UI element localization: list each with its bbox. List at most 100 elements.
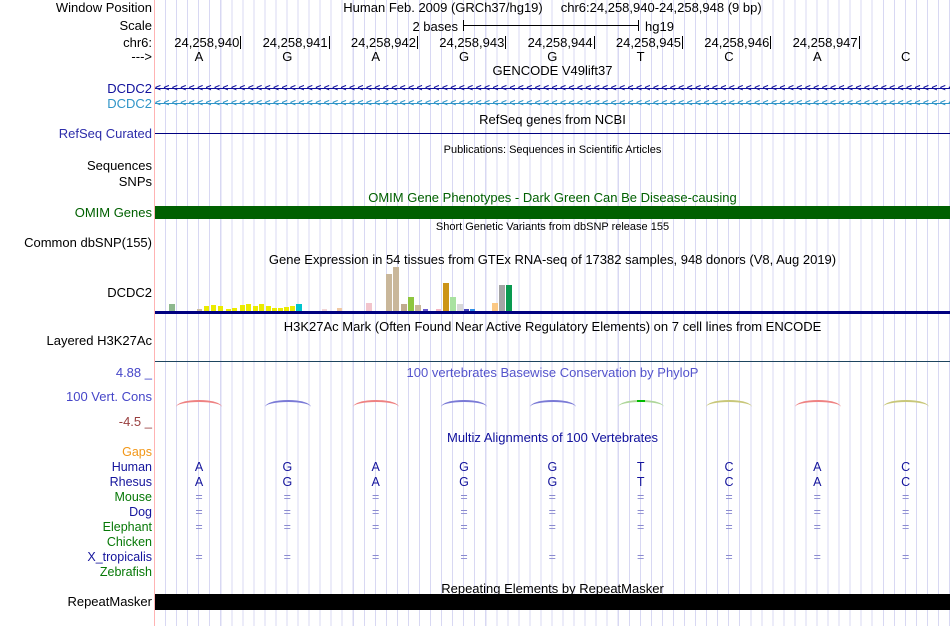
phylop-min-tick: -4.5 _ bbox=[118, 414, 152, 429]
position-title-row: Human Feb. 2009 (GRCh37/hg19) chr6:24,25… bbox=[155, 1, 950, 14]
phylop-max-tick: 4.88 _ bbox=[115, 365, 152, 380]
gtex-tissue-bar[interactable] bbox=[450, 297, 456, 311]
multiz-cell: = bbox=[460, 505, 468, 519]
multiz-species-label-human[interactable]: Human bbox=[0, 460, 152, 475]
gtex-tissue-bar[interactable] bbox=[246, 304, 251, 311]
gtex-tissue-bar[interactable] bbox=[443, 283, 449, 311]
gtex-tissue-bar[interactable] bbox=[259, 304, 264, 311]
track-label-vert-cons[interactable]: 100 Vert. Cons bbox=[0, 390, 152, 403]
phylop-arc-A[interactable] bbox=[794, 400, 841, 409]
multiz-cell: = bbox=[372, 505, 380, 519]
track-title-gtex: Gene Expression in 54 tissues from GTEx … bbox=[268, 252, 837, 267]
gtex-tissue-bar[interactable] bbox=[499, 285, 505, 311]
scale-label: Scale bbox=[119, 18, 152, 33]
track-label-repeatmasker[interactable]: RepeatMasker bbox=[0, 595, 152, 608]
base-letter: A bbox=[812, 49, 822, 64]
track-label-h3k27ac[interactable]: Layered H3K27Ac bbox=[0, 334, 152, 347]
gtex-tissue-bar[interactable] bbox=[492, 303, 498, 311]
track-label-omim-genes[interactable]: OMIM Genes bbox=[0, 206, 152, 219]
multiz-cell: = bbox=[195, 505, 203, 519]
multiz-cell: = bbox=[460, 520, 468, 534]
gtex-tissue-bar[interactable] bbox=[169, 304, 175, 311]
multiz-cell: G bbox=[282, 475, 293, 489]
multiz-cell: = bbox=[902, 520, 910, 534]
track-label-common-dbsnp[interactable]: Common dbSNP(155) bbox=[0, 236, 152, 249]
multiz-cell: G bbox=[282, 460, 293, 474]
multiz-cell: = bbox=[902, 550, 910, 564]
position-title: chr6:24,258,940-24,258,948 (9 bp) bbox=[560, 0, 762, 15]
multiz-cell: = bbox=[637, 520, 645, 534]
gene-label-dcdc2-1[interactable]: DCDC2 bbox=[0, 82, 152, 95]
omim-gene-bar[interactable] bbox=[155, 206, 950, 219]
multiz-species-label-dog[interactable]: Dog bbox=[0, 505, 152, 520]
multiz-cell: = bbox=[637, 505, 645, 519]
phylop-arc-C[interactable] bbox=[706, 400, 753, 409]
track-label-refseq-curated[interactable]: RefSeq Curated bbox=[0, 127, 152, 140]
track-label-snps[interactable]: SNPs bbox=[0, 175, 152, 188]
gtex-tissue-bar[interactable] bbox=[296, 304, 302, 311]
phylop-arc-G[interactable] bbox=[529, 400, 576, 409]
gene-label-dcdc2-2[interactable]: DCDC2 bbox=[0, 97, 152, 110]
base-letter: G bbox=[458, 49, 470, 64]
track-title-h3k27ac: H3K27Ac Mark (Often Found Near Active Re… bbox=[283, 319, 822, 334]
multiz-cell: T bbox=[636, 460, 645, 474]
multiz-species-label-elephant[interactable]: Elephant bbox=[0, 520, 152, 535]
gtex-tissue-bar[interactable] bbox=[366, 303, 372, 311]
multiz-species-label-mouse[interactable]: Mouse bbox=[0, 490, 152, 505]
track-label-sequences[interactable]: Sequences bbox=[0, 159, 152, 172]
multiz-cell: = bbox=[725, 520, 733, 534]
multiz-cell: A bbox=[194, 475, 204, 489]
multiz-cell: = bbox=[283, 550, 291, 564]
phylop-arc-A[interactable] bbox=[352, 400, 399, 409]
multiz-cell: G bbox=[547, 460, 558, 474]
track-title-omim: OMIM Gene Phenotypes - Dark Green Can Be… bbox=[368, 190, 737, 205]
multiz-cell: = bbox=[460, 550, 468, 564]
gtex-baseline bbox=[155, 311, 950, 314]
multiz-cell: = bbox=[725, 490, 733, 504]
multiz-cell: = bbox=[460, 490, 468, 504]
multiz-species-label-x_tropicalis[interactable]: X_tropicalis bbox=[0, 550, 152, 565]
phylop-arc-G[interactable] bbox=[441, 400, 488, 409]
multiz-cell: = bbox=[195, 490, 203, 504]
multiz-species-label-zebrafish[interactable]: Zebrafish bbox=[0, 565, 152, 580]
multiz-species-label-gaps[interactable]: Gaps bbox=[0, 445, 152, 460]
multiz-cell: = bbox=[195, 520, 203, 534]
track-label-gtex-gene[interactable]: DCDC2 bbox=[0, 286, 152, 299]
multiz-cell: = bbox=[813, 520, 821, 534]
repeatmasker-bar[interactable] bbox=[155, 594, 950, 610]
track-title-multiz: Multiz Alignments of 100 Vertebrates bbox=[446, 430, 658, 445]
scale-assembly: hg19 bbox=[645, 19, 674, 34]
multiz-cell: = bbox=[548, 490, 556, 504]
multiz-cell: G bbox=[547, 475, 558, 489]
gene-transcript-dcdc2[interactable]: <<<<<<<<<<<<<<<<<<<<<<<<<<<<<<<<<<<<<<<<… bbox=[155, 97, 950, 110]
track-title-dbsnp: Short Genetic Variants from dbSNP releas… bbox=[435, 221, 670, 233]
strand-chevrons-left: <<<<<<<<<<<<<<<<<<<<<<<<<<<<<<<<<<<<<<<<… bbox=[155, 98, 950, 109]
scale-value: 2 bases bbox=[412, 19, 458, 34]
phylop-arc-T[interactable] bbox=[617, 400, 664, 409]
genome-browser-image: Window Position Human Feb. 2009 (GRCh37/… bbox=[0, 0, 950, 626]
track-title-gencode: GENCODE V49lift37 bbox=[492, 63, 613, 78]
multiz-cell: A bbox=[813, 460, 822, 474]
multiz-cell: = bbox=[813, 505, 821, 519]
gtex-tissue-bar[interactable] bbox=[386, 274, 392, 311]
multiz-cell: = bbox=[283, 520, 291, 534]
phylop-arc-G[interactable] bbox=[264, 400, 311, 409]
phylop-arc-C[interactable] bbox=[882, 400, 929, 409]
multiz-cell: A bbox=[371, 460, 380, 474]
multiz-cell: A bbox=[371, 475, 380, 489]
gtex-tissue-bar[interactable] bbox=[401, 304, 407, 311]
phylop-arc-A[interactable] bbox=[176, 400, 223, 409]
multiz-cell: C bbox=[901, 460, 911, 474]
gtex-tissue-bar[interactable] bbox=[393, 267, 399, 311]
multiz-species-label-rhesus[interactable]: Rhesus bbox=[0, 475, 152, 490]
gtex-tissue-bar[interactable] bbox=[457, 304, 463, 311]
multiz-cell: A bbox=[194, 460, 204, 474]
gtex-tissue-bar[interactable] bbox=[506, 285, 512, 311]
multiz-cell: C bbox=[901, 475, 911, 489]
refseq-track-line[interactable] bbox=[155, 133, 950, 134]
track-title-refseq: RefSeq genes from NCBI bbox=[479, 112, 626, 127]
gtex-tissue-bar[interactable] bbox=[408, 297, 414, 311]
scale-bar bbox=[463, 20, 639, 31]
multiz-species-label-chicken[interactable]: Chicken bbox=[0, 535, 152, 550]
gene-transcript-dcdc2[interactable]: <<<<<<<<<<<<<<<<<<<<<<<<<<<<<<<<<<<<<<<<… bbox=[155, 82, 950, 95]
